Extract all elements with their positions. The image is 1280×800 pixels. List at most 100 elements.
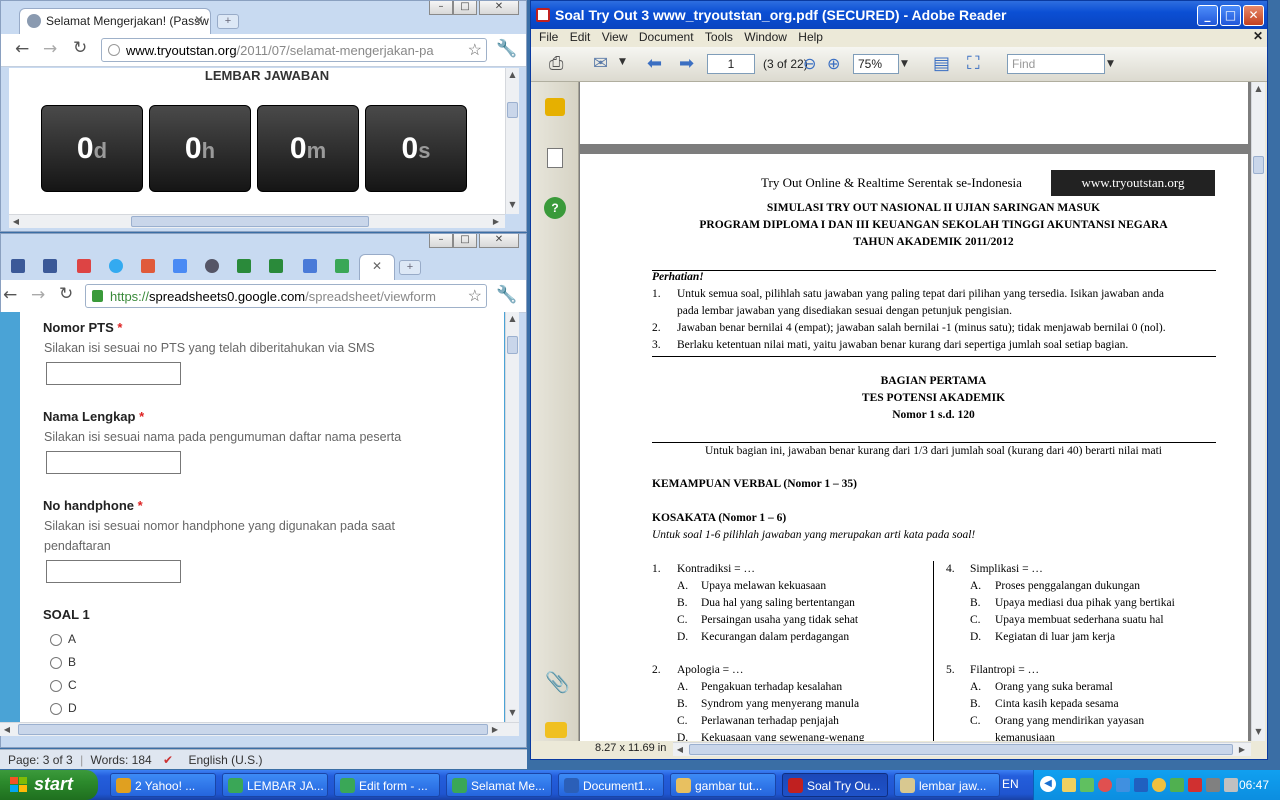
radio-option-a[interactable]: A [50, 632, 76, 646]
tray-icon[interactable] [1116, 778, 1130, 792]
close-button[interactable]: ✕ [479, 1, 519, 15]
maximize-button[interactable]: □ [453, 234, 477, 248]
new-tab-button[interactable]: + [399, 260, 421, 275]
wrench-icon[interactable]: 🔧 [496, 285, 517, 305]
spreadsheet-icon[interactable] [335, 259, 349, 273]
taskbar-button[interactable]: Edit form - ... [334, 773, 440, 797]
scroll-up-arrow-icon[interactable]: ▲ [506, 68, 519, 82]
scroll-left-arrow-icon[interactable]: ◀ [0, 723, 14, 736]
doc-close-icon[interactable]: ✕ [1253, 29, 1263, 43]
radio-option-d[interactable]: D [50, 701, 77, 715]
next-page-icon[interactable]: ➡ [679, 53, 694, 74]
email-icon[interactable]: ✉ [593, 53, 608, 74]
fit-width-icon[interactable]: ▤ [933, 53, 950, 74]
doc-icon[interactable] [269, 259, 283, 273]
nomor-pts-input[interactable] [46, 362, 181, 385]
zoom-input[interactable]: 75% [853, 54, 899, 74]
twitter-icon[interactable] [109, 259, 123, 273]
scroll-thumb[interactable] [1253, 156, 1264, 174]
start-button[interactable]: start [0, 770, 98, 800]
menu-window[interactable]: Window [744, 30, 787, 44]
scroll-left-arrow-icon[interactable]: ◀ [673, 743, 687, 756]
dropdown-arrow-icon[interactable]: ▼ [1107, 59, 1114, 69]
clock[interactable]: 06:47 [1239, 778, 1269, 792]
scroll-thumb[interactable] [18, 724, 488, 735]
tab-close-icon[interactable]: ✕ [372, 259, 382, 273]
tab-close-icon[interactable]: ✕ [194, 13, 204, 27]
menu-tools[interactable]: Tools [705, 30, 733, 44]
fit-page-icon[interactable]: ⛶ [967, 53, 980, 74]
help-icon[interactable]: ? [544, 197, 566, 219]
tray-expand-icon[interactable]: ◀ [1040, 776, 1056, 792]
volume-icon[interactable] [1206, 778, 1220, 792]
taskbar-button[interactable]: LEMBAR JA... [222, 773, 328, 797]
zoom-in-icon[interactable]: ⊕ [827, 54, 840, 73]
star-icon[interactable]: ☆ [468, 286, 482, 306]
minimize-button[interactable]: – [429, 234, 453, 248]
tray-icon[interactable] [1080, 778, 1094, 792]
scroll-up-arrow-icon[interactable]: ▲ [506, 312, 519, 326]
tab-active[interactable]: ✕ [359, 254, 395, 280]
tray-icon[interactable] [1062, 778, 1076, 792]
dropdown-arrow-icon[interactable]: ▼ [901, 59, 908, 69]
comments-icon[interactable] [545, 722, 567, 738]
scroll-right-arrow-icon[interactable]: ▶ [489, 215, 503, 228]
calendar-icon[interactable] [77, 259, 91, 273]
menu-help[interactable]: Help [798, 30, 823, 44]
scroll-right-arrow-icon[interactable]: ▶ [1235, 743, 1249, 756]
google-icon[interactable] [173, 259, 187, 273]
radio-option-b[interactable]: B [50, 655, 76, 669]
zoom-out-icon[interactable]: ⊖ [803, 54, 816, 73]
form-horizontal-scrollbar[interactable]: ◀ ▶ [0, 722, 519, 736]
language-indicator[interactable]: EN [1002, 777, 1019, 791]
globe-icon[interactable] [205, 259, 219, 273]
reader-vertical-scrollbar[interactable]: ▲ ▼ [1251, 82, 1265, 741]
countdown-vertical-scrollbar[interactable]: ▲ ▼ [505, 68, 519, 214]
network-icon[interactable] [1224, 778, 1238, 792]
tray-icon[interactable] [1152, 778, 1166, 792]
scroll-thumb[interactable] [689, 744, 1233, 755]
address-bar[interactable]: www.tryoutstan.org/2011/07/selamat-menge… [101, 38, 487, 62]
scroll-thumb[interactable] [507, 336, 518, 354]
reload-icon[interactable]: ↻ [73, 38, 87, 58]
radio-button[interactable] [50, 702, 62, 715]
facebook-icon[interactable] [43, 259, 57, 273]
dropdown-arrow-icon[interactable]: ▼ [619, 57, 626, 67]
radio-button[interactable] [50, 679, 62, 692]
radio-button[interactable] [50, 656, 62, 669]
page-icon[interactable] [303, 259, 317, 273]
previous-page-icon[interactable]: ⬅ [647, 53, 662, 74]
lock-icon[interactable] [545, 98, 565, 116]
menu-edit[interactable]: Edit [570, 30, 591, 44]
taskbar-button[interactable]: Selamat Me... [446, 773, 552, 797]
menu-view[interactable]: View [602, 30, 628, 44]
scroll-down-arrow-icon[interactable]: ▼ [506, 706, 519, 720]
forward-icon[interactable]: → [43, 39, 57, 59]
taskbar-button[interactable]: gambar tut... [670, 773, 776, 797]
tray-icon[interactable] [1188, 778, 1202, 792]
print-icon[interactable]: ⎙ [549, 53, 563, 74]
close-button[interactable]: ✕ [479, 234, 519, 248]
facebook-icon[interactable] [11, 259, 25, 273]
radio-button[interactable] [50, 633, 62, 646]
scroll-left-arrow-icon[interactable]: ◀ [9, 215, 23, 228]
tray-icon[interactable] [1170, 778, 1184, 792]
wrench-icon[interactable]: 🔧 [496, 39, 517, 59]
taskbar-button[interactable]: Document1... [558, 773, 664, 797]
minimize-button[interactable]: – [429, 1, 453, 15]
maximize-button[interactable]: □ [453, 1, 477, 15]
countdown-horizontal-scrollbar[interactable]: ◀ ▶ [9, 214, 505, 228]
taskbar-button[interactable]: Soal Try Ou... [782, 773, 888, 797]
scroll-thumb[interactable] [507, 102, 518, 118]
find-input[interactable]: Find [1007, 54, 1105, 74]
menu-document[interactable]: Document [639, 30, 694, 44]
back-icon[interactable]: ← [15, 39, 29, 59]
doc-icon[interactable] [237, 259, 251, 273]
radio-option-c[interactable]: C [50, 678, 77, 692]
minimize-button[interactable]: _ [1197, 5, 1218, 26]
forward-icon[interactable]: → [31, 285, 45, 305]
back-icon[interactable]: ← [3, 285, 17, 305]
scroll-down-arrow-icon[interactable]: ▼ [1252, 725, 1265, 739]
scroll-thumb[interactable] [131, 216, 369, 227]
spellcheck-icon[interactable]: ✔ [163, 753, 173, 767]
